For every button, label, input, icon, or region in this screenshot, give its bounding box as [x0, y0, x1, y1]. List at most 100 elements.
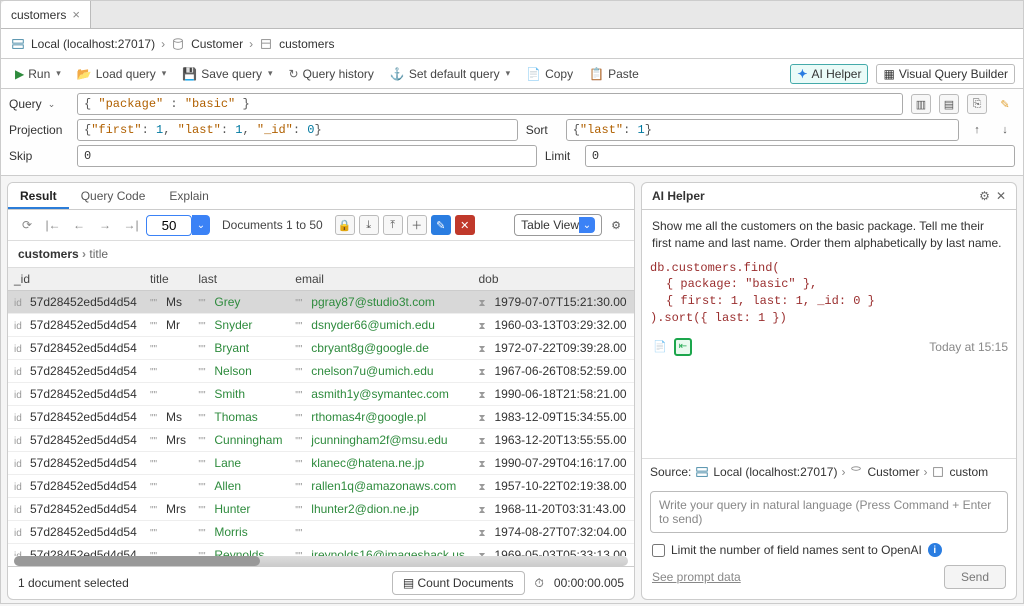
selection-status: 1 document selected: [18, 576, 129, 590]
result-bc-coll: customers: [18, 247, 79, 261]
result-breadcrumb: customers › title: [8, 241, 634, 268]
horizontal-scrollbar[interactable]: [14, 556, 628, 566]
source-db[interactable]: Customer: [867, 465, 919, 479]
tab-label: customers: [11, 8, 66, 22]
source-coll[interactable]: custom: [949, 465, 988, 479]
tab-explain[interactable]: Explain: [157, 183, 220, 209]
view-mode-dropdown[interactable]: Table View⌄: [514, 214, 602, 236]
send-button[interactable]: Send: [944, 565, 1006, 589]
visual-query-builder-button[interactable]: ▦Visual Query Builder: [876, 64, 1015, 84]
tab-bar: customers ×: [1, 1, 1023, 29]
save-query-label: Save query: [201, 67, 262, 81]
query-opt-1-icon[interactable]: ▥: [911, 94, 931, 114]
run-button[interactable]: ▶Run▾: [9, 65, 67, 83]
tab-result[interactable]: Result: [8, 183, 69, 209]
results-table[interactable]: _id title last email dob id57d28452ed5d4…: [8, 268, 634, 556]
breadcrumb: Local (localhost:27017) › Customer › cus…: [1, 29, 1023, 59]
table-row[interactable]: id57d28452ed5d4d54""""Smith""asmith1y@sy…: [8, 383, 634, 406]
page-size-dropdown-icon[interactable]: ⌄: [192, 215, 210, 235]
docs-range: Documents 1 to 50: [222, 218, 323, 232]
tab-customers[interactable]: customers ×: [1, 1, 91, 28]
tool-delete-icon[interactable]: ✕: [455, 215, 475, 235]
count-documents-button[interactable]: ▤ Count Documents: [392, 571, 525, 595]
col-title[interactable]: title: [144, 268, 192, 291]
vqb-label: Visual Query Builder: [899, 67, 1008, 81]
gear-icon[interactable]: ⚙: [979, 189, 990, 203]
tool-edit-icon[interactable]: ✎: [431, 215, 451, 235]
first-page-icon[interactable]: |←: [42, 218, 64, 232]
tool-import-icon[interactable]: ⤒: [383, 215, 403, 235]
brush-icon[interactable]: ✎: [995, 94, 1015, 114]
close-icon[interactable]: ✕: [996, 189, 1006, 203]
col-email[interactable]: email: [289, 268, 472, 291]
gear-icon[interactable]: ⚙: [606, 215, 626, 235]
table-row[interactable]: id57d28452ed5d4d54""""Allen""rallen1q@am…: [8, 475, 634, 498]
ai-helper-pane: AI Helper ⚙ ✕ Show me all the customers …: [641, 182, 1017, 600]
limit-input[interactable]: 0: [585, 145, 1015, 167]
sort-desc-icon[interactable]: ↓: [995, 120, 1015, 140]
tab-query-code[interactable]: Query Code: [69, 183, 158, 209]
copy-button[interactable]: 📄Copy: [520, 65, 579, 83]
load-query-button[interactable]: 📂Load query▾: [71, 65, 173, 83]
query-opt-3-icon[interactable]: ⎘: [967, 94, 987, 114]
ai-timestamp: Today at 15:15: [929, 340, 1008, 354]
table-row[interactable]: id57d28452ed5d4d54""""Bryant""cbryant8g@…: [8, 337, 634, 360]
set-default-query-button[interactable]: ⚓Set default query▾: [384, 65, 516, 83]
table-row[interactable]: id57d28452ed5d4d54""""Reynolds""jreynold…: [8, 544, 634, 557]
page-size-input[interactable]: [146, 215, 192, 236]
col-id[interactable]: _id: [8, 268, 144, 291]
breadcrumb-host[interactable]: Local (localhost:27017): [31, 37, 155, 51]
sort-label: Sort: [526, 123, 558, 137]
natural-language-input[interactable]: Write your query in natural language (Pr…: [650, 491, 1008, 533]
result-tabs: Result Query Code Explain: [8, 183, 634, 210]
insert-query-icon[interactable]: ⇤: [674, 338, 692, 356]
prev-page-icon[interactable]: ←: [68, 218, 90, 232]
sort-input[interactable]: {"last": 1}: [566, 119, 959, 141]
sort-asc-icon[interactable]: ↑: [967, 120, 987, 140]
source-host[interactable]: Local (localhost:27017): [713, 465, 837, 479]
table-row[interactable]: id57d28452ed5d4d54""Ms""Grey""pgray87@st…: [8, 291, 634, 314]
table-row[interactable]: id57d28452ed5d4d54""Mr""Snyder""dsnyder6…: [8, 314, 634, 337]
see-prompt-data-link[interactable]: See prompt data: [652, 570, 741, 584]
query-input[interactable]: { "package" : "basic" }: [77, 93, 903, 115]
database-icon: [171, 37, 185, 51]
last-page-icon[interactable]: →|: [120, 218, 142, 232]
tool-lock-icon[interactable]: 🔒: [335, 215, 355, 235]
copy-code-icon[interactable]: 📄: [650, 337, 670, 357]
table-row[interactable]: id57d28452ed5d4d54""""Lane""klanec@haten…: [8, 452, 634, 475]
query-opt-2-icon[interactable]: ▤: [939, 94, 959, 114]
query-history-button[interactable]: ↻Query history: [283, 65, 380, 83]
table-row[interactable]: id57d28452ed5d4d54""Mrs""Hunter""lhunter…: [8, 498, 634, 521]
next-page-icon[interactable]: →: [94, 218, 116, 232]
elapsed-time: 00:00:00.005: [554, 576, 624, 590]
paste-button[interactable]: 📋Paste: [583, 65, 645, 83]
tool-add-icon[interactable]: ＋: [407, 215, 427, 235]
load-query-label: Load query: [96, 67, 156, 81]
table-row[interactable]: id57d28452ed5d4d54""""Nelson""cnelson7u@…: [8, 360, 634, 383]
projection-input[interactable]: {"first": 1, "last": 1, "_id": 0}: [77, 119, 518, 141]
save-query-button[interactable]: 💾Save query▾: [176, 65, 278, 83]
set-default-label: Set default query: [409, 67, 500, 81]
refresh-icon[interactable]: ⟳: [16, 218, 38, 232]
info-icon[interactable]: i: [928, 543, 942, 557]
code-line: ).sort({ last: 1 }): [650, 310, 1008, 327]
run-label: Run: [28, 67, 50, 81]
breadcrumb-database[interactable]: Customer: [191, 37, 243, 51]
ai-helper-button[interactable]: ✦AI Helper: [790, 64, 868, 84]
tool-export-icon[interactable]: ⤓: [359, 215, 379, 235]
source-label: Source:: [650, 465, 691, 479]
table-row[interactable]: id57d28452ed5d4d54""Mrs""Cunningham""jcu…: [8, 429, 634, 452]
query-history-label: Query history: [303, 67, 374, 81]
table-row[interactable]: id57d28452ed5d4d54""Ms""Thomas""rthomas4…: [8, 406, 634, 429]
skip-input[interactable]: 0: [77, 145, 537, 167]
limit-fields-checkbox[interactable]: [652, 544, 665, 557]
ai-panel-title: AI Helper: [652, 189, 705, 203]
view-mode-label: Table View: [521, 218, 579, 232]
copy-label: Copy: [545, 67, 573, 81]
breadcrumb-collection[interactable]: customers: [279, 37, 334, 51]
close-icon[interactable]: ×: [72, 7, 80, 22]
col-last[interactable]: last: [192, 268, 289, 291]
table-row[interactable]: id57d28452ed5d4d54""""Morris""⧗1974-08-2…: [8, 521, 634, 544]
col-dob[interactable]: dob: [472, 268, 634, 291]
skip-label: Skip: [9, 149, 69, 163]
